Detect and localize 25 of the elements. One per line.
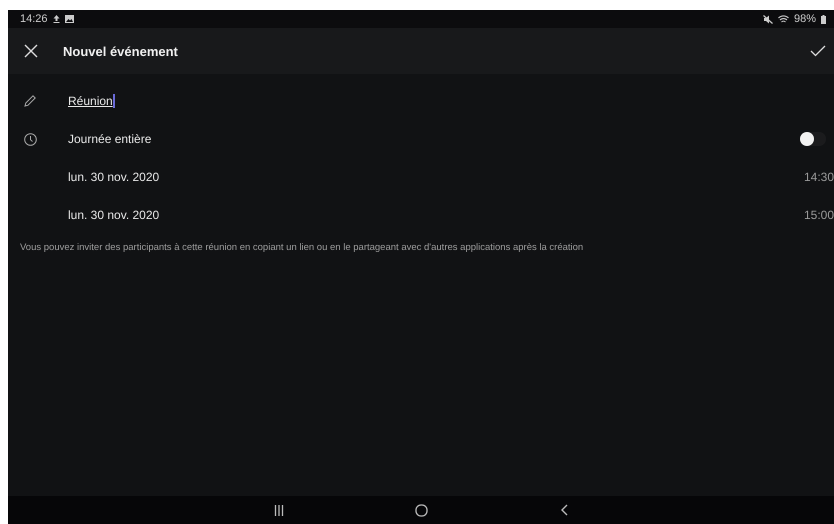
back-icon [560,504,568,516]
invite-hint: Vous pouvez inviter des participants à cette réunion en copiant un lien ou en le partageant avec d'autres applications après la création [19,241,584,254]
close-icon [24,44,38,58]
pencil-icon [24,95,36,107]
upload-icon [52,15,60,23]
clock-time: 14:26 [20,13,48,25]
image-icon [64,15,74,23]
title-input[interactable]: Réunion [68,94,115,108]
wifi-icon [778,14,789,24]
battery-percentage: 98% [794,13,816,25]
close-button[interactable] [22,42,40,60]
date-label[interactable]: lun. 30 nov. 2020 [68,208,804,222]
clock-icon [24,132,36,146]
home-button[interactable] [413,502,430,518]
confirm-button[interactable] [808,43,828,59]
date-label[interactable]: lun. 30 nov. 2020 [68,170,804,184]
time-label[interactable]: 15:00 [804,208,834,222]
battery-icon [821,14,826,24]
screen-title: Nouvel événement [63,44,179,58]
check-icon [810,45,826,57]
all-day-toggle[interactable] [800,132,826,146]
time-label[interactable]: 14:30 [804,170,834,184]
menu-icon [274,504,284,516]
all-day-label: Journée entière [68,132,152,146]
mute-icon [762,14,773,24]
